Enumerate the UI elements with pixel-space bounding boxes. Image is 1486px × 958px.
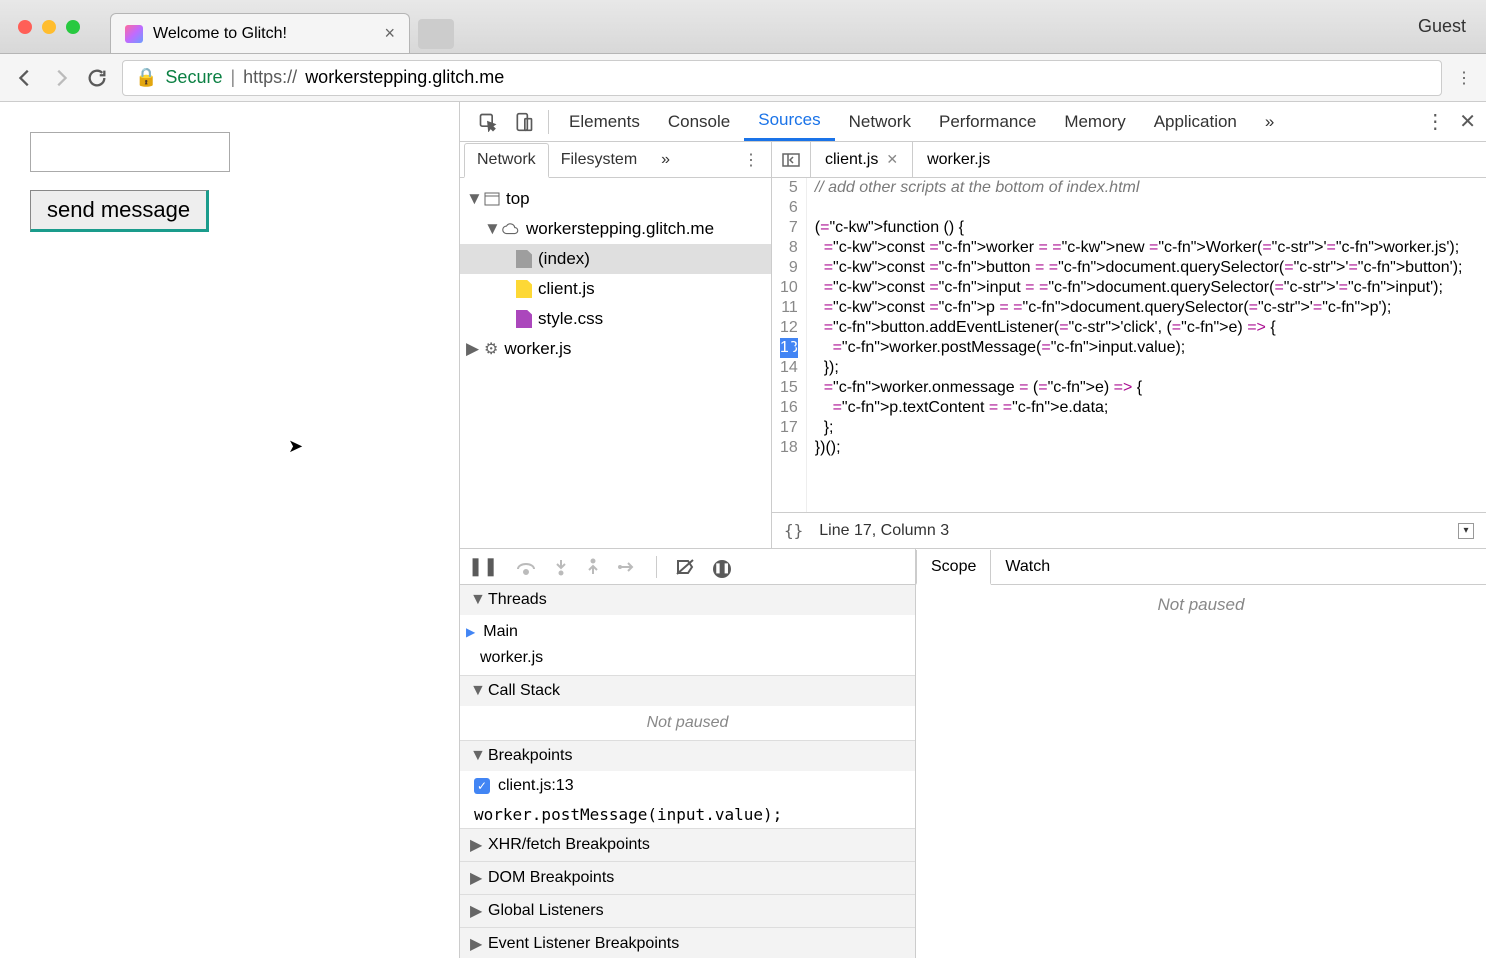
file-icon: [516, 250, 532, 268]
back-button[interactable]: [14, 67, 36, 89]
cloud-icon: [502, 222, 520, 236]
tree-top[interactable]: ▼top: [460, 184, 771, 214]
tree-domain[interactable]: ▼workerstepping.glitch.me: [460, 214, 771, 244]
debug-controls: ❚❚ ❚❚: [460, 549, 915, 585]
browser-chrome: Welcome to Glitch! × Guest: [0, 0, 1486, 54]
scope-tab[interactable]: Scope: [916, 550, 991, 585]
toggle-navigator-icon[interactable]: [772, 142, 811, 177]
thread-main[interactable]: Main: [460, 619, 915, 645]
global-listeners-header[interactable]: ▶Global Listeners: [460, 895, 915, 927]
page-content: send message ➤: [0, 102, 460, 958]
nav-bar: 🔒 Secure | https://workerstepping.glitch…: [0, 54, 1486, 102]
breakpoint-checkbox[interactable]: ✓: [474, 778, 490, 794]
xhr-breakpoints-header[interactable]: ▶XHR/fetch Breakpoints: [460, 829, 915, 861]
maximize-window-icon[interactable]: [66, 20, 80, 34]
devtools: Elements Console Sources Network Perform…: [460, 102, 1486, 958]
nav-tab-more-icon[interactable]: »: [649, 142, 682, 177]
pause-icon[interactable]: ❚❚: [468, 556, 498, 577]
tab-memory[interactable]: Memory: [1050, 102, 1139, 141]
thread-worker[interactable]: worker.js: [460, 645, 915, 671]
sources-navigator: Network Filesystem » ⋮ ▼top ▼workerstepp…: [460, 142, 772, 548]
tab-title: Welcome to Glitch!: [153, 25, 287, 43]
close-tab-icon[interactable]: ×: [384, 23, 395, 44]
breakpoint-code: worker.postMessage(input.value);: [460, 801, 915, 828]
tab-elements[interactable]: Elements: [555, 102, 654, 141]
nav-tab-filesystem[interactable]: Filesystem: [549, 142, 649, 177]
gear-icon: ⚙: [484, 339, 498, 359]
nav-menu-icon[interactable]: ⋮: [735, 150, 767, 170]
url-protocol: https://: [243, 67, 297, 88]
inspect-icon[interactable]: [470, 112, 506, 132]
cursor-icon: ➤: [288, 436, 303, 457]
step-over-icon[interactable]: [516, 559, 536, 575]
url-host: workerstepping.glitch.me: [305, 67, 504, 88]
cursor-position: Line 17, Column 3: [819, 522, 949, 540]
tree-file-style[interactable]: style.css: [460, 304, 771, 334]
file-tab-client[interactable]: client.js✕: [811, 142, 913, 177]
sources-editor: client.js✕ worker.js 5678910111213141516…: [772, 142, 1486, 548]
device-toggle-icon[interactable]: [506, 112, 542, 132]
tab-sources[interactable]: Sources: [744, 102, 834, 141]
devtools-menu-icon[interactable]: ⋮: [1425, 109, 1445, 134]
scope-not-paused: Not paused: [916, 585, 1486, 958]
dom-breakpoints-header[interactable]: ▶DOM Breakpoints: [460, 862, 915, 894]
coverage-icon[interactable]: ▾: [1458, 523, 1474, 539]
deactivate-breakpoints-icon[interactable]: [675, 558, 695, 576]
breakpoint-item[interactable]: ✓client.js:13: [460, 771, 915, 801]
new-tab-button[interactable]: [418, 19, 454, 49]
pause-on-exceptions-icon[interactable]: ❚❚: [713, 555, 731, 578]
lock-icon: 🔒: [135, 67, 157, 88]
address-bar[interactable]: 🔒 Secure | https://workerstepping.glitch…: [122, 60, 1442, 96]
close-window-icon[interactable]: [18, 20, 32, 34]
callstack-not-paused: Not paused: [460, 706, 915, 740]
profile-guest[interactable]: Guest: [1398, 16, 1486, 37]
message-input[interactable]: [30, 132, 230, 172]
devtools-close-icon[interactable]: ✕: [1459, 109, 1476, 134]
css-file-icon: [516, 310, 532, 328]
editor-status: {} Line 17, Column 3 ▾: [772, 512, 1486, 548]
tab-console[interactable]: Console: [654, 102, 744, 141]
callstack-header[interactable]: ▼Call Stack: [460, 676, 915, 706]
file-tab-worker[interactable]: worker.js: [913, 142, 1004, 177]
minimize-window-icon[interactable]: [42, 20, 56, 34]
tree-file-client[interactable]: client.js: [460, 274, 771, 304]
event-listener-breakpoints-header[interactable]: ▶Event Listener Breakpoints: [460, 928, 915, 958]
threads-header[interactable]: ▼Threads: [460, 585, 915, 615]
nav-tab-network[interactable]: Network: [464, 143, 549, 178]
tab-application[interactable]: Application: [1140, 102, 1251, 141]
favicon-icon: [125, 25, 143, 43]
watch-tab[interactable]: Watch: [991, 549, 1064, 584]
tree-worker[interactable]: ▶⚙worker.js: [460, 334, 771, 364]
debug-panel: ❚❚ ❚❚ ▼Threads Main worker.js: [460, 548, 1486, 958]
secure-label: Secure: [165, 67, 222, 88]
browser-tab[interactable]: Welcome to Glitch! ×: [110, 13, 410, 53]
devtools-toolbar: Elements Console Sources Network Perform…: [460, 102, 1486, 142]
close-file-icon[interactable]: ✕: [886, 151, 898, 168]
tab-more-icon[interactable]: »: [1251, 102, 1288, 141]
send-message-button[interactable]: send message: [30, 190, 209, 232]
step-out-icon[interactable]: [586, 558, 600, 576]
menu-icon[interactable]: ⋮: [1456, 68, 1472, 88]
forward-button[interactable]: [50, 67, 72, 89]
tab-performance[interactable]: Performance: [925, 102, 1050, 141]
step-icon[interactable]: [618, 560, 638, 574]
reload-button[interactable]: [86, 67, 108, 89]
code-editor[interactable]: 56789101112131415161718 // add other scr…: [772, 178, 1486, 512]
format-icon[interactable]: {}: [784, 521, 803, 540]
traffic-lights: [0, 20, 98, 34]
tree-file-index[interactable]: (index): [460, 244, 771, 274]
step-into-icon[interactable]: [554, 558, 568, 576]
breakpoints-header[interactable]: ▼Breakpoints: [460, 741, 915, 771]
tab-network[interactable]: Network: [835, 102, 925, 141]
frame-icon: [484, 192, 500, 206]
js-file-icon: [516, 280, 532, 298]
